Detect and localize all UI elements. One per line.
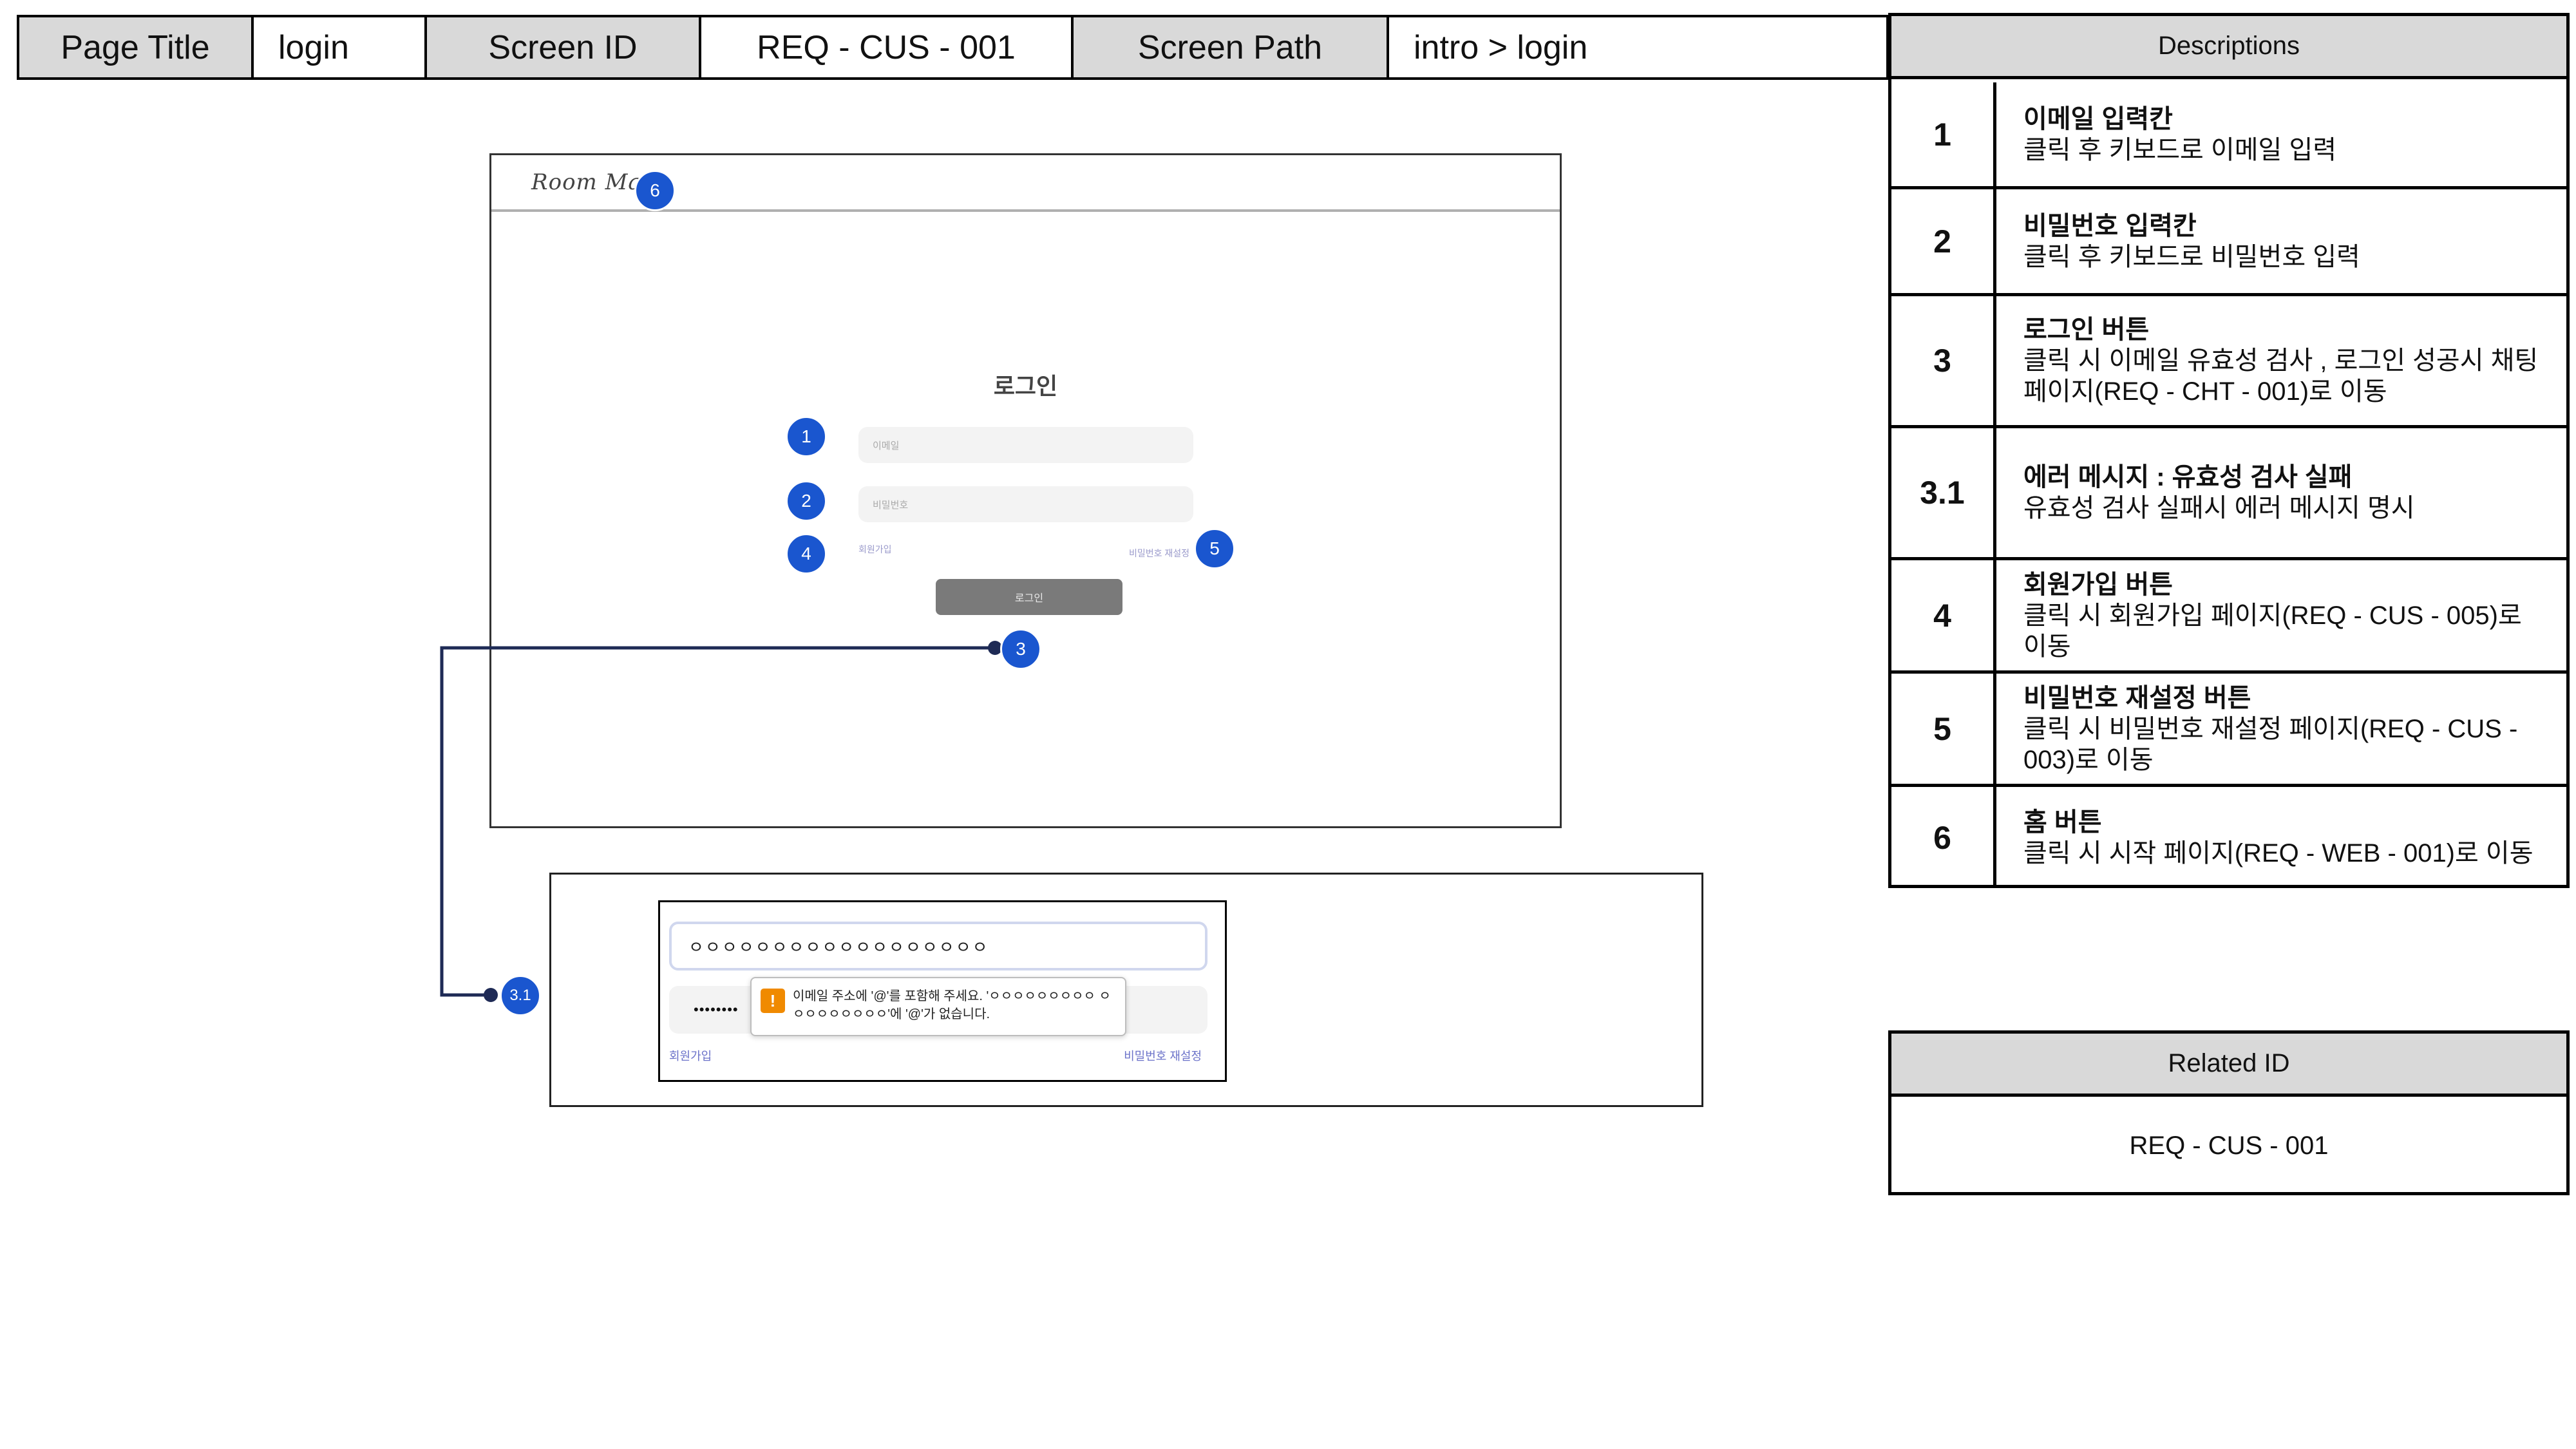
description-row: 3.1 에러 메시지 : 유효성 검사 실패유효성 검사 실패시 에러 메시지 … — [1891, 428, 2566, 560]
screen-path-value: intro > login — [1387, 15, 1889, 80]
annotation-badge-4: 4 — [786, 533, 827, 574]
related-id-panel: Related ID REQ - CUS - 001 — [1888, 1030, 2570, 1195]
row-body: 클릭 시 이메일 유효성 검사 , 로그인 성공시 채팅 페이지(REQ - C… — [2023, 346, 2539, 406]
email-input-filled[interactable]: ㅇㅇㅇㅇㅇㅇㅇㅇㅇㅇㅇㅇㅇㅇㅇㅇㅇㅇ — [669, 922, 1208, 971]
description-row: 6 홈 버튼 클릭 시 시작 페이지(REQ - WEB - 001)로 이동 — [1891, 787, 2566, 888]
row-title: 홈 버튼 — [2023, 808, 2102, 837]
description-row: 3 로그인 버튼 클릭 시 이메일 유효성 검사 , 로그인 성공시 채팅 페이지… — [1891, 296, 2566, 428]
login-button[interactable]: 로그인 — [936, 579, 1122, 615]
signup-link[interactable]: 회원가입 — [858, 543, 892, 556]
row-title: 비밀번호 재설정 버튼 — [2023, 683, 2251, 712]
row-number: 4 — [1891, 560, 1996, 670]
row-title: 로그인 버튼 — [2023, 316, 2150, 344]
error-mockup: ㅇㅇㅇㅇㅇㅇㅇㅇㅇㅇㅇㅇㅇㅇㅇㅇㅇㅇ •••••••• ! 이메일 주소에 '@… — [549, 873, 1703, 1107]
related-id-heading: Related ID — [1891, 1034, 2566, 1097]
login-mockup: Room Mate 로그인 이메일 비밀번호 회원가입 비밀번호 재설정 로그인 — [489, 153, 1562, 828]
annotation-badge-5: 5 — [1194, 528, 1235, 569]
row-body: 클릭 시 회원가입 페이지(REQ - CUS - 005)로 이동 — [2023, 601, 2522, 661]
annotation-badge-3-1: 3.1 — [500, 975, 541, 1016]
signup-link[interactable]: 회원가입 — [669, 1047, 712, 1064]
row-body: 클릭 후 키보드로 비밀번호 입력 — [2023, 242, 2360, 271]
page-title-value: login — [251, 15, 427, 80]
annotation-badge-1: 1 — [786, 416, 827, 457]
login-title: 로그인 — [993, 373, 1058, 399]
page-title-label: Page Title — [17, 15, 254, 80]
row-number: 2 — [1891, 189, 1996, 293]
screen-id-label: Screen ID — [424, 15, 701, 80]
reset-password-link[interactable]: 비밀번호 재설정 — [1129, 547, 1189, 560]
related-id-value: REQ - CUS - 001 — [2129, 1132, 2329, 1160]
row-number: 6 — [1891, 787, 1996, 888]
description-row: 2 비밀번호 입력칸 클릭 후 키보드로 비밀번호 입력 — [1891, 189, 2566, 296]
error-form: ㅇㅇㅇㅇㅇㅇㅇㅇㅇㅇㅇㅇㅇㅇㅇㅇㅇㅇ •••••••• ! 이메일 주소에 '@… — [658, 900, 1227, 1082]
row-title: 에러 메시지 : 유효성 검사 실패 — [2023, 463, 2353, 491]
row-number: 1 — [1891, 82, 1996, 186]
annotation-badge-3: 3 — [1000, 629, 1041, 670]
validation-tooltip: ! 이메일 주소에 '@'를 포함해 주세요. 'ㅇㅇㅇㅇㅇㅇㅇㅇㅇ ㅇㅇㅇㅇㅇ… — [750, 977, 1126, 1036]
row-number: 5 — [1891, 674, 1996, 784]
warning-icon: ! — [761, 989, 785, 1013]
descriptions-panel: Descriptions 1 이메일 입력칸 클릭 후 키보드로 이메일 입력 2… — [1888, 13, 2570, 888]
password-field[interactable]: 비밀번호 — [858, 486, 1193, 522]
annotation-badge-2: 2 — [786, 480, 827, 522]
email-field[interactable]: 이메일 — [858, 427, 1193, 463]
screen-path-label: Screen Path — [1071, 15, 1389, 80]
annotation-badge-6: 6 — [634, 170, 676, 211]
screen-id-value: REQ - CUS - 001 — [699, 15, 1074, 80]
row-body: 클릭 시 시작 페이지(REQ - WEB - 001)로 이동 — [2023, 838, 2533, 867]
reset-password-link[interactable]: 비밀번호 재설정 — [1124, 1047, 1202, 1064]
row-title: 이메일 입력칸 — [2023, 104, 2173, 133]
descriptions-heading: Descriptions — [1891, 16, 2566, 79]
description-row: 4 회원가입 버튼 클릭 시 회원가입 페이지(REQ - CUS - 005)로… — [1891, 560, 2566, 674]
row-title: 비밀번호 입력칸 — [2023, 211, 2197, 240]
description-row: 5 비밀번호 재설정 버튼 클릭 시 비밀번호 재설정 페이지(REQ - CUS… — [1891, 674, 2566, 787]
row-body: 유효성 검사 실패시 에러 메시지 명시 — [2023, 494, 2415, 522]
row-number: 3 — [1891, 296, 1996, 425]
row-title: 회원가입 버튼 — [2023, 570, 2173, 599]
tooltip-text: 이메일 주소에 '@'를 포함해 주세요. 'ㅇㅇㅇㅇㅇㅇㅇㅇㅇ ㅇㅇㅇㅇㅇㅇㅇ… — [793, 989, 1111, 1021]
description-row: 1 이메일 입력칸 클릭 후 키보드로 이메일 입력 — [1891, 82, 2566, 189]
row-body: 클릭 후 키보드로 이메일 입력 — [2023, 135, 2337, 164]
row-number: 3.1 — [1891, 428, 1996, 557]
row-body: 클릭 시 비밀번호 재설정 페이지(REQ - CUS - 003)로 이동 — [2023, 714, 2518, 774]
